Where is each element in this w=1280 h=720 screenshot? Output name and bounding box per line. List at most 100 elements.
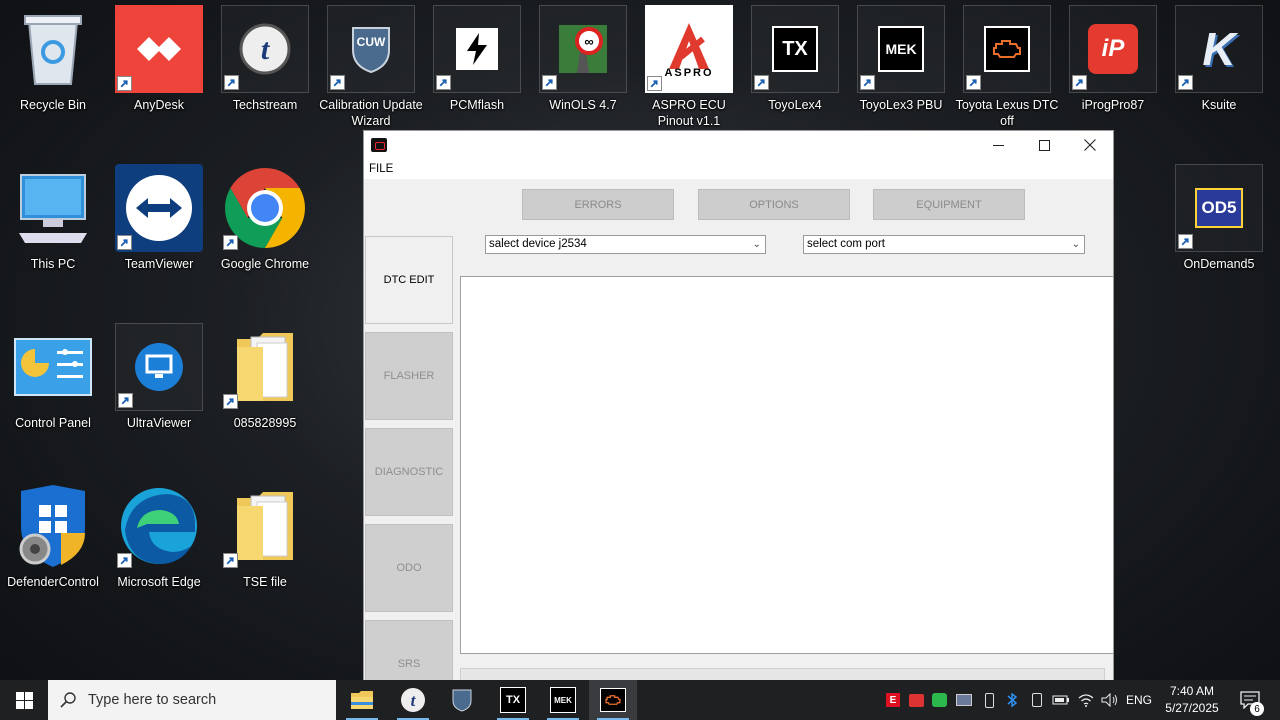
minimize-button[interactable]	[975, 131, 1021, 159]
desktop-icon-folder-085828995[interactable]: 085828995	[212, 323, 318, 431]
maximize-button[interactable]	[1021, 131, 1067, 159]
clock-date: 5/27/2025	[1165, 701, 1219, 715]
tab-dtc-edit[interactable]: DTC EDIT	[365, 236, 453, 324]
windows-defender-shield-icon	[9, 482, 97, 570]
equipment-button[interactable]: EQUIPMENT	[873, 189, 1025, 220]
iprog-icon: iP	[1069, 5, 1157, 93]
mek-icon: MEK	[550, 687, 576, 713]
taskbar-cuw[interactable]	[438, 680, 486, 720]
shortcut-arrow-icon	[224, 75, 239, 90]
desktop-icon-ondemand5[interactable]: OD5 OnDemand5	[1166, 164, 1272, 272]
shortcut-arrow-icon	[754, 75, 769, 90]
device-select[interactable]: salect device j2534 ⌄	[485, 235, 766, 254]
desktop-icon-techstream[interactable]: t Techstream	[212, 5, 318, 113]
taskbar: Type here to search t TX MEK E ENG 7:40 …	[0, 680, 1280, 720]
close-button[interactable]	[1067, 131, 1113, 159]
chevron-down-icon: ⌄	[752, 239, 761, 250]
tray-display-icon[interactable]	[953, 680, 975, 720]
desktop-icon-winols[interactable]: ∞ WinOLS 4.7	[530, 5, 636, 113]
desktop-icon-control-panel[interactable]: Control Panel	[0, 323, 106, 431]
menu-bar: FILE	[364, 159, 1113, 179]
desktop-icon-label: Toyota Lexus DTC off	[955, 98, 1059, 128]
wifi-icon[interactable]	[1075, 680, 1097, 720]
teamviewer-icon	[115, 164, 203, 252]
desktop-icon-google-chrome[interactable]: Google Chrome	[212, 164, 318, 272]
tab-srs[interactable]: SRS	[365, 620, 453, 681]
desktop-icon-iprogpro87[interactable]: iP iProgPro87	[1060, 5, 1166, 113]
com-port-select-value: select com port	[807, 238, 885, 250]
desktop-icon-label: AnyDesk	[133, 98, 185, 112]
desktop-icon-label: Google Chrome	[220, 257, 310, 271]
battery-icon[interactable]	[1050, 680, 1072, 720]
tray-e-icon[interactable]: E	[884, 680, 902, 720]
desktop-icon-toyota-lexus-dtc-off[interactable]: Toyota Lexus DTC off	[954, 5, 1060, 129]
od5-icon: OD5	[1175, 164, 1263, 252]
tab-odo[interactable]: ODO	[365, 524, 453, 612]
desktop-icon-label: DefenderControl	[7, 575, 99, 589]
toyolex-tx-icon: TX	[500, 687, 526, 713]
desktop-icon-aspro[interactable]: ASPRO ASPRO ECU Pinout v1.1	[636, 5, 742, 129]
shortcut-arrow-icon	[1178, 234, 1193, 249]
shortcut-arrow-icon	[1072, 75, 1087, 90]
chrome-icon	[221, 164, 309, 252]
desktop-icon-label: TeamViewer	[124, 257, 194, 271]
volume-icon[interactable]	[1099, 680, 1121, 720]
device-select-value: salect device j2534	[489, 238, 587, 250]
menu-file[interactable]: FILE	[369, 159, 393, 179]
taskbar-search-box[interactable]: Type here to search	[48, 680, 336, 720]
com-port-select[interactable]: select com port ⌄	[803, 235, 1085, 254]
minimize-icon	[992, 144, 1004, 146]
tray-phone-icon[interactable]	[1026, 680, 1048, 720]
engine-check-icon	[963, 5, 1051, 93]
language-indicator[interactable]: ENG	[1124, 680, 1154, 720]
errors-button[interactable]: ERRORS	[522, 189, 674, 220]
tab-flasher[interactable]: FLASHER	[365, 332, 453, 420]
desktop-icon-toyolex3-pbu[interactable]: MEK ToyoLex3 PBU	[848, 5, 954, 113]
desktop-icon-label: 085828995	[233, 416, 297, 430]
desktop-icon-microsoft-edge[interactable]: Microsoft Edge	[106, 482, 212, 590]
shortcut-arrow-icon	[117, 553, 132, 568]
search-placeholder: Type here to search	[88, 692, 217, 708]
desktop-icon-recycle-bin[interactable]: Recycle Bin	[0, 5, 106, 113]
taskbar-techstream[interactable]: t	[389, 680, 437, 720]
desktop-icon-defendercontrol[interactable]: DefenderControl	[0, 482, 106, 590]
shortcut-arrow-icon	[542, 75, 557, 90]
desktop-icon-tse-file[interactable]: TSE file	[212, 482, 318, 590]
bluetooth-icon[interactable]	[1002, 680, 1022, 720]
desktop-icon-label: UltraViewer	[126, 416, 192, 430]
tray-wechat-icon[interactable]	[929, 680, 949, 720]
tray-usb-drive-icon[interactable]	[979, 680, 999, 720]
desktop-icon-this-pc[interactable]: This PC	[0, 164, 106, 272]
desktop-icon-ksuite[interactable]: K Ksuite	[1166, 5, 1272, 113]
tray-record-icon[interactable]	[906, 680, 926, 720]
desktop-icon-teamviewer[interactable]: TeamViewer	[106, 164, 212, 272]
maximize-icon	[1038, 139, 1050, 151]
taskbar-file-explorer[interactable]	[338, 680, 386, 720]
desktop-icon-toyolex4[interactable]: TX ToyoLex4	[742, 5, 848, 113]
shortcut-arrow-icon	[330, 75, 345, 90]
desktop-icon-label: ToyoLex4	[768, 98, 822, 112]
desktop-icon-pcmflash[interactable]: PCMflash	[424, 5, 530, 113]
desktop-icon-label: Ksuite	[1201, 98, 1237, 112]
shortcut-arrow-icon	[117, 76, 132, 91]
taskbar-dtc-app[interactable]	[589, 680, 637, 720]
desktop-icon-label: Microsoft Edge	[117, 575, 201, 589]
options-button[interactable]: OPTIONS	[698, 189, 850, 220]
tab-diagnostic[interactable]: DIAGNOSTIC	[365, 428, 453, 516]
taskbar-mek[interactable]: MEK	[539, 680, 587, 720]
shortcut-arrow-icon	[223, 553, 238, 568]
start-button[interactable]	[0, 680, 48, 720]
ksuite-icon: K	[1175, 5, 1263, 93]
shortcut-arrow-icon	[1178, 75, 1193, 90]
edge-icon	[115, 482, 203, 570]
folder-icon	[221, 323, 309, 411]
desktop-icon-anydesk[interactable]: AnyDesk	[106, 5, 212, 113]
cuw-shield-icon	[452, 689, 472, 712]
desktop-icon-label: Control Panel	[15, 416, 91, 430]
desktop-icon-ultraviewer[interactable]: UltraViewer	[106, 323, 212, 431]
desktop-icon-calibration-update-wizard[interactable]: CUW Calibration Update Wizard	[318, 5, 424, 129]
notification-center-button[interactable]: 6	[1234, 680, 1266, 720]
taskbar-toyolex[interactable]: TX	[489, 680, 537, 720]
clock[interactable]: 7:40 AM 5/27/2025	[1158, 683, 1226, 717]
close-icon	[1084, 139, 1096, 151]
